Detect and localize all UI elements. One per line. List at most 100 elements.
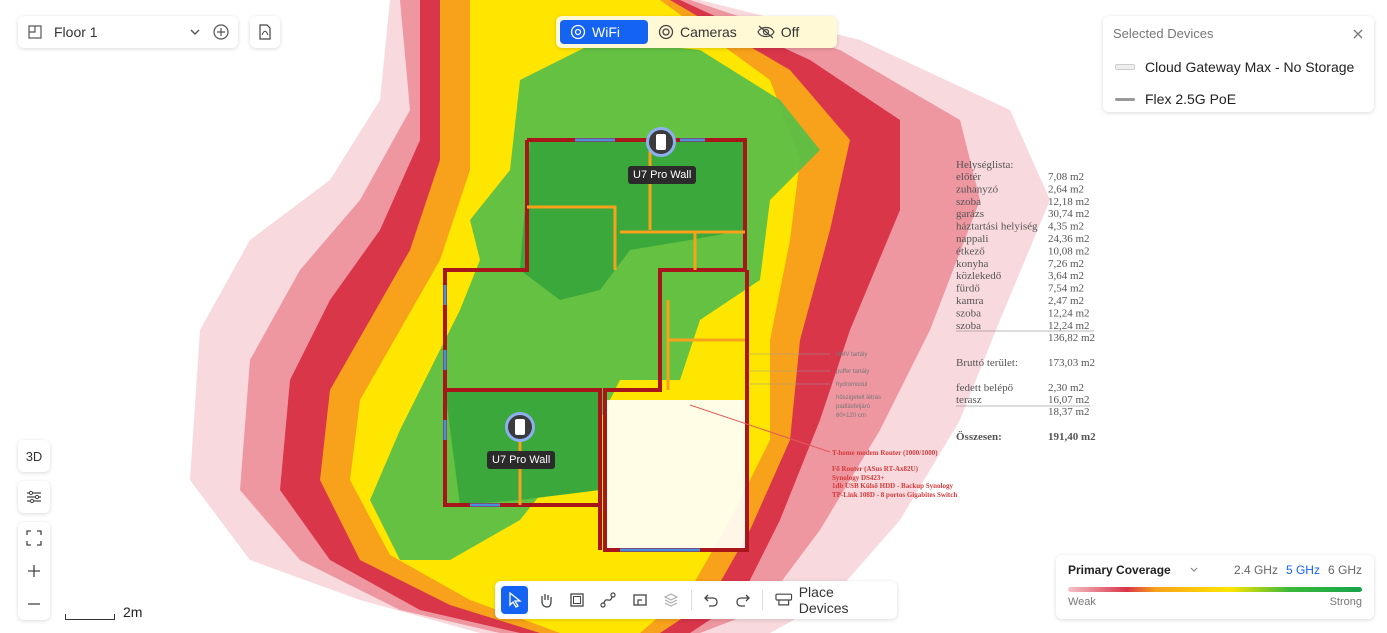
svg-text:fedett belépő: fedett belépő	[956, 382, 1014, 394]
view-mode-toggle: WiFi Cameras Off	[556, 16, 837, 48]
layers-icon	[663, 593, 679, 607]
place-devices-button[interactable]: Place Devices	[769, 584, 891, 616]
switch-icon	[1115, 97, 1135, 101]
mode-off-button[interactable]: Off	[747, 20, 809, 44]
add-floor-icon[interactable]	[212, 23, 230, 41]
coverage-weak-label: Weak	[1068, 596, 1096, 608]
export-pdf-button[interactable]	[250, 16, 280, 48]
svg-text:Synology DS423+: Synology DS423+	[832, 474, 884, 482]
room-area: 2,47 m2	[1048, 295, 1084, 307]
cable-tool[interactable]	[595, 586, 622, 614]
scale-label: 2m	[123, 604, 143, 620]
undo-icon	[704, 594, 718, 607]
svg-text:T-home modem Router (1000/1000: T-home modem Router (1000/1000)	[832, 449, 938, 457]
room-name: kamra	[956, 295, 984, 307]
zoom-controls	[18, 522, 50, 620]
svg-text:terasz: terasz	[956, 394, 982, 406]
wifi-icon	[570, 24, 586, 40]
view-3d-button[interactable]: 3D	[18, 440, 50, 472]
svg-text:2,30 m2: 2,30 m2	[1048, 382, 1084, 394]
selected-devices-panel: Selected Devices Cloud Gateway Max - No …	[1103, 16, 1374, 112]
wall-tool[interactable]	[626, 586, 653, 614]
access-point-marker-2[interactable]	[505, 412, 535, 442]
mode-off-label: Off	[780, 24, 800, 40]
room-name: konyha	[956, 258, 989, 270]
room-name: étkező	[956, 245, 985, 257]
camera-icon	[658, 24, 674, 40]
floor-icon	[26, 23, 44, 41]
undo-button[interactable]	[698, 586, 725, 614]
svg-text:Fő Router (ASus RT-Ax82U): Fő Router (ASus RT-Ax82U)	[832, 465, 919, 473]
room-area: 4,35 m2	[1048, 221, 1084, 233]
layers-tool[interactable]	[657, 586, 684, 614]
svg-text:Bruttó terület:: Bruttó terület:	[956, 357, 1018, 369]
selected-device-name: Cloud Gateway Max - No Storage	[1145, 59, 1355, 75]
selected-device-name: Flex 2.5G PoE	[1145, 91, 1237, 107]
coverage-title: Primary Coverage	[1068, 563, 1171, 577]
svg-text:HMV tartály: HMV tartály	[836, 352, 867, 358]
svg-text:18,37 m2: 18,37 m2	[1048, 406, 1090, 418]
svg-text:TP-Link 108D - 8 portos Gigabi: TP-Link 108D - 8 portos Gigabites Switch	[832, 491, 957, 499]
floor-selector[interactable]: Floor 1	[18, 16, 238, 48]
view-3d-label: 3D	[25, 448, 43, 464]
selected-device-row[interactable]: Flex 2.5G PoE	[1113, 83, 1364, 115]
draw-room-tool[interactable]	[564, 586, 591, 614]
gateway-icon	[1115, 64, 1135, 70]
room-area: 7,08 m2	[1048, 171, 1084, 183]
mode-wifi-button[interactable]: WiFi	[560, 20, 648, 44]
cursor-icon	[508, 592, 522, 608]
svg-text:Összesen:: Összesen:	[956, 430, 1002, 443]
mode-cameras-label: Cameras	[680, 24, 737, 40]
access-point-marker-1[interactable]	[646, 127, 676, 157]
devices-icon	[775, 593, 793, 606]
band-2-4ghz[interactable]: 2.4 GHz	[1234, 563, 1278, 577]
room-area: 12,24 m2	[1048, 320, 1090, 332]
room-name: garázs	[956, 208, 984, 220]
settings-button[interactable]	[18, 481, 50, 513]
close-icon[interactable]	[1352, 28, 1364, 40]
svg-text:puffer tartály: puffer tartály	[836, 369, 869, 375]
room-name: szoba	[956, 307, 981, 319]
fit-screen-icon[interactable]	[26, 530, 42, 546]
zoom-in-icon[interactable]	[26, 563, 42, 579]
room-area: 12,24 m2	[1048, 307, 1090, 319]
svg-text:136,82 m2: 136,82 m2	[1048, 332, 1095, 344]
scale-bar	[65, 614, 115, 620]
pan-tool[interactable]	[532, 586, 559, 614]
select-tool[interactable]	[501, 586, 529, 614]
place-devices-label: Place Devices	[798, 584, 849, 616]
room-area: 10,08 m2	[1048, 245, 1090, 257]
map-scale: 2m	[65, 604, 142, 620]
svg-text:padlásfeljáró: padlásfeljáró	[836, 404, 871, 410]
redo-icon	[735, 594, 750, 607]
path-icon	[600, 592, 617, 608]
room-area: 7,26 m2	[1048, 258, 1084, 270]
eye-off-icon	[757, 25, 775, 39]
room-name: háztartási helyiség	[956, 221, 1038, 233]
redo-button[interactable]	[729, 586, 756, 614]
chevron-down-icon[interactable]	[1189, 565, 1199, 575]
room-name: előtér	[956, 171, 981, 183]
band-6ghz[interactable]: 6 GHz	[1328, 563, 1362, 577]
room-name: fürdő	[956, 283, 980, 295]
svg-text:60×120 cm: 60×120 cm	[836, 413, 866, 419]
zoom-out-icon[interactable]	[26, 596, 42, 612]
svg-text:hydromodul: hydromodul	[836, 382, 867, 388]
room-name: szoba	[956, 196, 981, 208]
room-area: 3,64 m2	[1048, 270, 1084, 282]
band-5ghz[interactable]: 5 GHz	[1286, 563, 1320, 577]
access-point-label-2: U7 Pro Wall	[487, 451, 556, 469]
chevron-down-icon[interactable]	[186, 23, 204, 41]
toolbar-separator	[690, 590, 692, 610]
room-icon	[570, 593, 584, 607]
mode-cameras-button[interactable]: Cameras	[648, 20, 747, 44]
room-name: szoba	[956, 320, 981, 332]
floor-selector-label: Floor 1	[54, 24, 98, 40]
band-selector: 2.4 GHz 5 GHz 6 GHz	[1234, 563, 1362, 577]
pdf-icon	[259, 24, 271, 40]
sliders-icon	[27, 490, 41, 504]
selected-device-row[interactable]: Cloud Gateway Max - No Storage	[1113, 51, 1364, 83]
room-list-title: Helységlista:	[956, 159, 1013, 171]
room-name: közlekedő	[956, 270, 1002, 282]
svg-text:16,07 m2: 16,07 m2	[1048, 394, 1090, 406]
